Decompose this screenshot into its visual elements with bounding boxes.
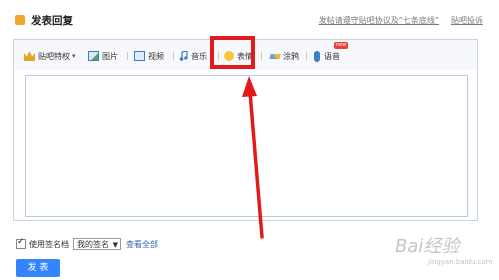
tool-doodle[interactable]: 涂鸦 xyxy=(269,49,299,63)
reply-header: 发表回复 发帖请遵守贴吧协议及“七条底线” 贴吧投诉 xyxy=(13,12,489,32)
tool-music[interactable]: 音乐 xyxy=(179,49,207,63)
tool-label: 音乐 xyxy=(191,51,207,61)
header-title: 发表回复 xyxy=(31,15,73,27)
signature-checkbox[interactable] xyxy=(16,237,26,249)
music-icon xyxy=(179,50,188,61)
view-all-link[interactable]: 查看全部 xyxy=(126,239,158,250)
toolbar-divider xyxy=(306,52,307,60)
tool-privilege[interactable]: 贴吧特权 ▾ xyxy=(24,49,76,63)
new-badge: new xyxy=(334,42,348,49)
rules-link[interactable]: 发帖请遵守贴吧协议及“七条底线” xyxy=(319,16,439,25)
toolbar-divider xyxy=(173,52,174,60)
tool-label: 贴吧特权 xyxy=(38,51,70,61)
reply-icon xyxy=(15,15,25,25)
chevron-down-icon: ▼ xyxy=(112,241,118,249)
image-icon xyxy=(88,51,99,61)
tool-label: 视频 xyxy=(148,51,164,61)
watermark-logo: Bai经验 xyxy=(395,236,460,257)
tool-label: 语音 xyxy=(324,51,340,61)
signature-row: 使用签名档 我的签名 ▼ 查看全部 xyxy=(16,237,158,251)
signature-label: 使用签名档 xyxy=(29,239,69,249)
reply-textarea[interactable] xyxy=(25,75,468,217)
microphone-icon xyxy=(314,50,320,62)
video-icon xyxy=(134,51,145,61)
toolbar-divider xyxy=(261,52,262,60)
tool-image[interactable]: 图片 xyxy=(88,49,118,63)
tool-video[interactable]: 视频 xyxy=(134,49,164,63)
toolbar-divider xyxy=(127,52,128,60)
crown-icon xyxy=(24,51,35,61)
publish-button[interactable]: 发 表 xyxy=(16,259,60,277)
signature-select-value: 我的签名 xyxy=(77,240,109,249)
tool-label: 涂鸦 xyxy=(283,51,299,61)
tool-voice[interactable]: 语音 xyxy=(314,49,340,63)
complaint-link[interactable]: 贴吧投诉 xyxy=(451,16,483,25)
watermark-url: jingyan.baidu.com xyxy=(428,258,493,266)
highlight-box xyxy=(210,36,255,69)
header-links: 发帖请遵守贴吧协议及“七条底线” 贴吧投诉 xyxy=(319,15,483,26)
chevron-down-icon: ▾ xyxy=(72,52,76,60)
signature-select[interactable]: 我的签名 ▼ xyxy=(73,238,121,250)
tool-label: 图片 xyxy=(102,51,118,61)
brush-icon xyxy=(269,53,281,59)
